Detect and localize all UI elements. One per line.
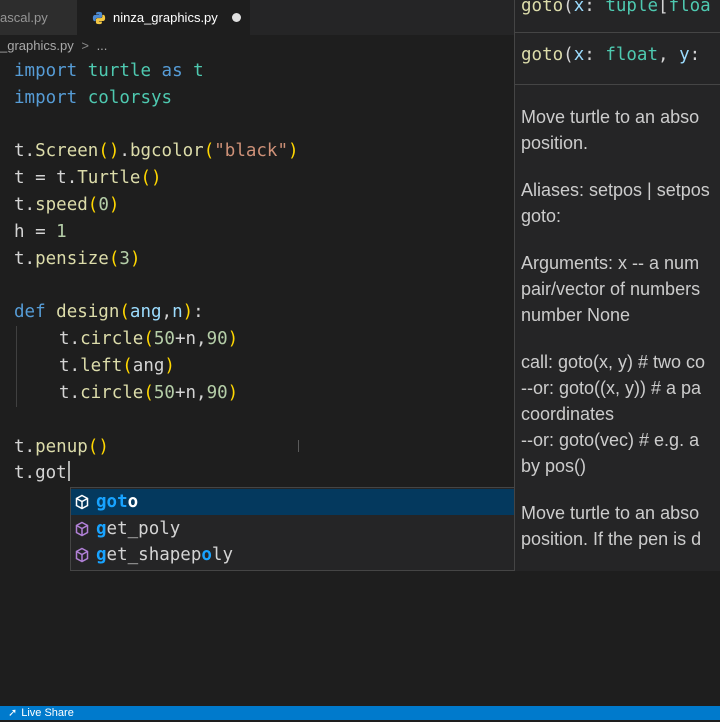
tab-bar: ascal.py ninza_graphics.py <box>0 0 514 35</box>
unsaved-dot-icon[interactable] <box>231 13 241 22</box>
status-bar: ➚ Live Share <box>0 706 720 720</box>
autocomplete-list[interactable]: goto get_poly get_shapepoly <box>70 487 514 571</box>
suggestion-get-shapepoly[interactable]: get_shapepoly <box>71 542 514 568</box>
mouse-ibeam-icon <box>298 440 299 452</box>
doc-paragraph: Move turtle to an abso position. <box>521 107 700 153</box>
code-line: t = t.Turtle() <box>14 168 162 188</box>
breadcrumb-file[interactable]: _graphics.py <box>0 38 74 53</box>
indent-guide <box>16 326 17 407</box>
signature-line: goto(x: float, y: <box>521 45 701 65</box>
code-line: import colorsys <box>14 88 173 108</box>
divider <box>515 84 720 85</box>
code-line: t.speed(0) <box>14 195 120 215</box>
method-cube-icon <box>75 494 89 510</box>
breadcrumb-symbol[interactable]: ... <box>97 38 108 53</box>
tab-ninza-graphics[interactable]: ninza_graphics.py <box>78 0 250 35</box>
doc-paragraph: Move turtle to an abso position. If the p… <box>521 503 702 549</box>
breadcrumb-chevron-icon: > <box>81 38 89 53</box>
live-share-arrow-icon: ➚ <box>8 707 18 719</box>
code-line: t.left(ang) <box>59 356 175 376</box>
code-editor[interactable]: import turtle as t import colorsys t.Scr… <box>0 58 514 706</box>
code-line: h = 1 <box>14 222 67 242</box>
doc-paragraph: Aliases: setpos | setpos goto: <box>521 180 710 226</box>
method-cube-icon <box>75 521 89 537</box>
text-cursor <box>67 461 70 481</box>
code-line: t.circle(50+n,90) <box>59 383 239 403</box>
suggestion-details-panel[interactable]: goto(x: tuple[floa goto(x: float, y: Mov… <box>514 0 720 571</box>
tab-label: ninza_graphics.py <box>113 10 218 25</box>
documentation-text: Move turtle to an abso position. Aliases:… <box>521 104 720 571</box>
code-line: t.pensize(3) <box>14 249 141 269</box>
code-line-current[interactable]: t.got <box>14 460 70 487</box>
code-line: import turtle as t <box>14 61 204 81</box>
signature-line: goto(x: tuple[floa <box>521 0 711 16</box>
code-line: t.Screen().bgcolor("black") <box>14 141 299 161</box>
doc-paragraph: Arguments: x -- a num pair/vector of numb… <box>521 253 701 325</box>
live-share-button[interactable]: ➚ Live Share <box>8 706 74 720</box>
divider <box>515 32 720 33</box>
suggestion-get-poly[interactable]: get_poly <box>71 516 514 542</box>
tab-label: ascal.py <box>0 10 48 25</box>
tab-pascal[interactable]: ascal.py <box>0 0 78 35</box>
code-line: t.penup() <box>14 437 109 457</box>
live-share-label: Live Share <box>21 707 74 719</box>
breadcrumb: _graphics.py > ... <box>0 38 107 56</box>
code-line: def design(ang,n): <box>14 302 204 322</box>
method-cube-icon <box>75 547 89 563</box>
code-line: t.circle(50+n,90) <box>59 329 239 349</box>
doc-paragraph: call: goto(x, y) # two co --or: goto((x, … <box>521 352 706 476</box>
python-file-icon <box>92 11 106 24</box>
suggestion-goto[interactable]: goto <box>71 489 514 515</box>
